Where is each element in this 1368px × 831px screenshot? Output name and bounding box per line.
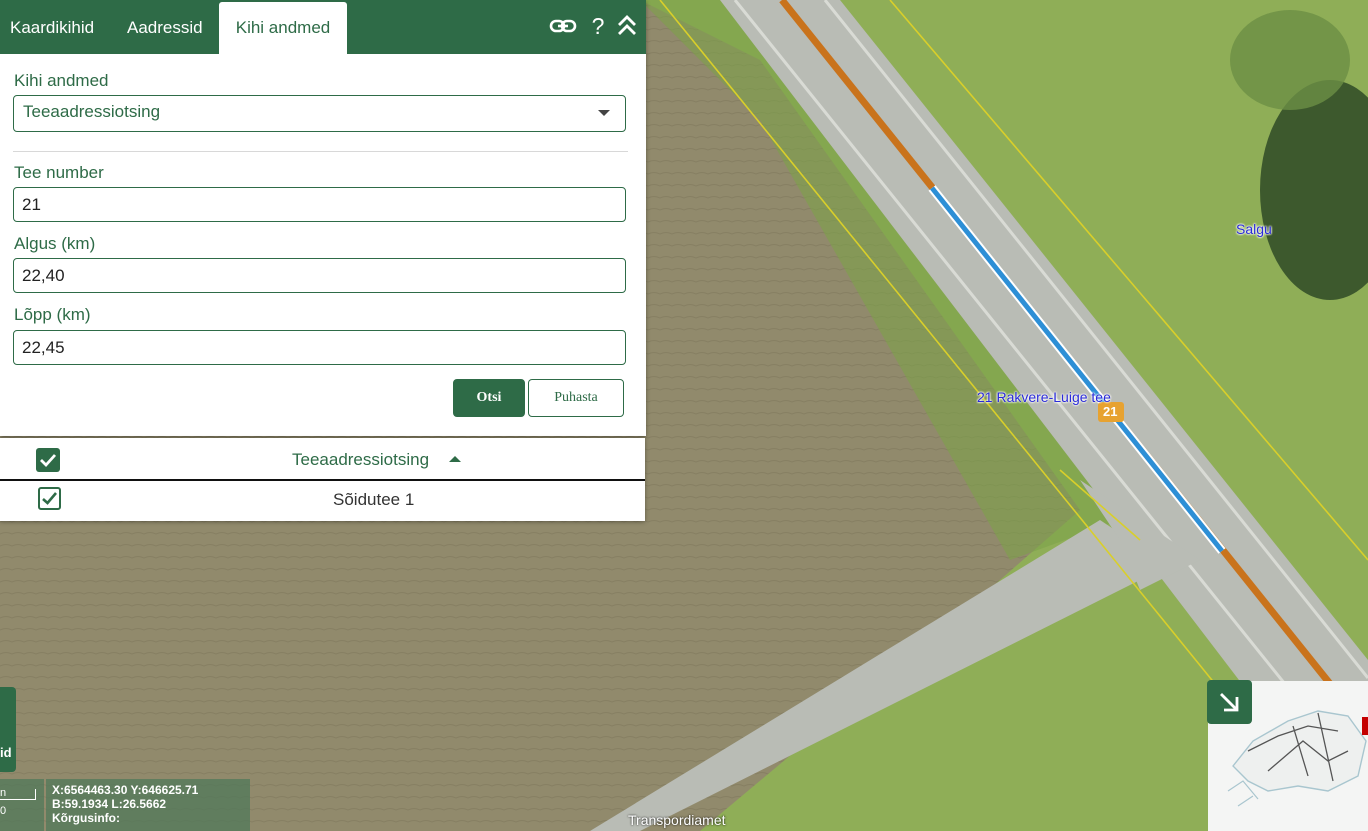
results-title[interactable]: Teeaadressiotsing <box>292 450 429 470</box>
scale-label: n <box>0 787 7 799</box>
results-header: Teeaadressiotsing <box>0 438 645 481</box>
side-panel-button-label: id <box>0 745 12 760</box>
search-button[interactable]: Otsi <box>453 379 525 417</box>
road-number-field[interactable] <box>13 187 626 222</box>
map-attribution: Transpordiamet <box>628 812 726 828</box>
collapse-up-icon[interactable] <box>613 12 641 40</box>
tab-bar: Kaardikihid Aadressid Kihi andmed ? <box>0 0 646 54</box>
help-icon[interactable]: ? <box>584 12 612 40</box>
road-number-input[interactable] <box>22 188 612 221</box>
scale-line <box>0 799 36 800</box>
clear-button[interactable]: Puhasta <box>528 379 624 417</box>
tab-kihi-andmed[interactable]: Kihi andmed <box>219 2 347 54</box>
road-number-marker-label: 21 <box>1103 404 1118 419</box>
start-km-input[interactable] <box>22 259 612 292</box>
coordinate-bl: B:59.1934 L:26.5662 <box>52 797 167 811</box>
end-km-input[interactable] <box>22 331 612 364</box>
tree-cluster <box>1230 10 1350 110</box>
expand-overview-button[interactable] <box>1207 680 1252 724</box>
select-all-checkbox[interactable] <box>36 448 60 472</box>
road-number-label: Tee number <box>14 163 104 182</box>
result-row-label[interactable]: Sõidutee 1 <box>333 490 414 510</box>
sort-asc-icon[interactable] <box>449 456 461 462</box>
tab-kaardikihid[interactable]: Kaardikihid <box>10 0 94 54</box>
scale-bar: n 0 <box>0 779 44 831</box>
arrow-down-right-icon <box>1220 693 1239 712</box>
layer-select-value: Teeaadressiotsing <box>23 102 161 121</box>
chevron-down-icon <box>598 110 610 116</box>
layer-label: Kihi andmed <box>14 71 109 90</box>
coordinate-readout: X:6564463.30 Y:646625.71 B:59.1934 L:26.… <box>46 779 250 831</box>
side-panel-button[interactable]: id <box>0 687 16 772</box>
divider <box>13 151 628 152</box>
scale-tick <box>35 789 36 800</box>
road-label: 21 Rakvere-Luige tee <box>977 389 1111 405</box>
start-km-label: Algus (km) <box>14 234 96 253</box>
row-checkbox[interactable] <box>38 487 61 510</box>
scale-label-2: 0 <box>0 805 7 817</box>
tab-aadressid[interactable]: Aadressid <box>127 0 203 54</box>
layer-select[interactable]: Teeaadressiotsing <box>13 95 626 132</box>
coordinate-xy: X:6564463.30 Y:646625.71 <box>52 783 199 797</box>
end-km-label: Lõpp (km) <box>14 305 91 324</box>
link-icon[interactable] <box>549 12 577 40</box>
results-table: Teeaadressiotsing Sõidutee 1 <box>0 438 645 521</box>
end-km-field[interactable] <box>13 330 626 365</box>
search-panel: Kaardikihid Aadressid Kihi andmed ? Kihi… <box>0 0 646 436</box>
place-label-salgu: Salgu <box>1236 221 1272 237</box>
height-info: Kõrgusinfo: <box>52 811 120 825</box>
start-km-field[interactable] <box>13 258 626 293</box>
